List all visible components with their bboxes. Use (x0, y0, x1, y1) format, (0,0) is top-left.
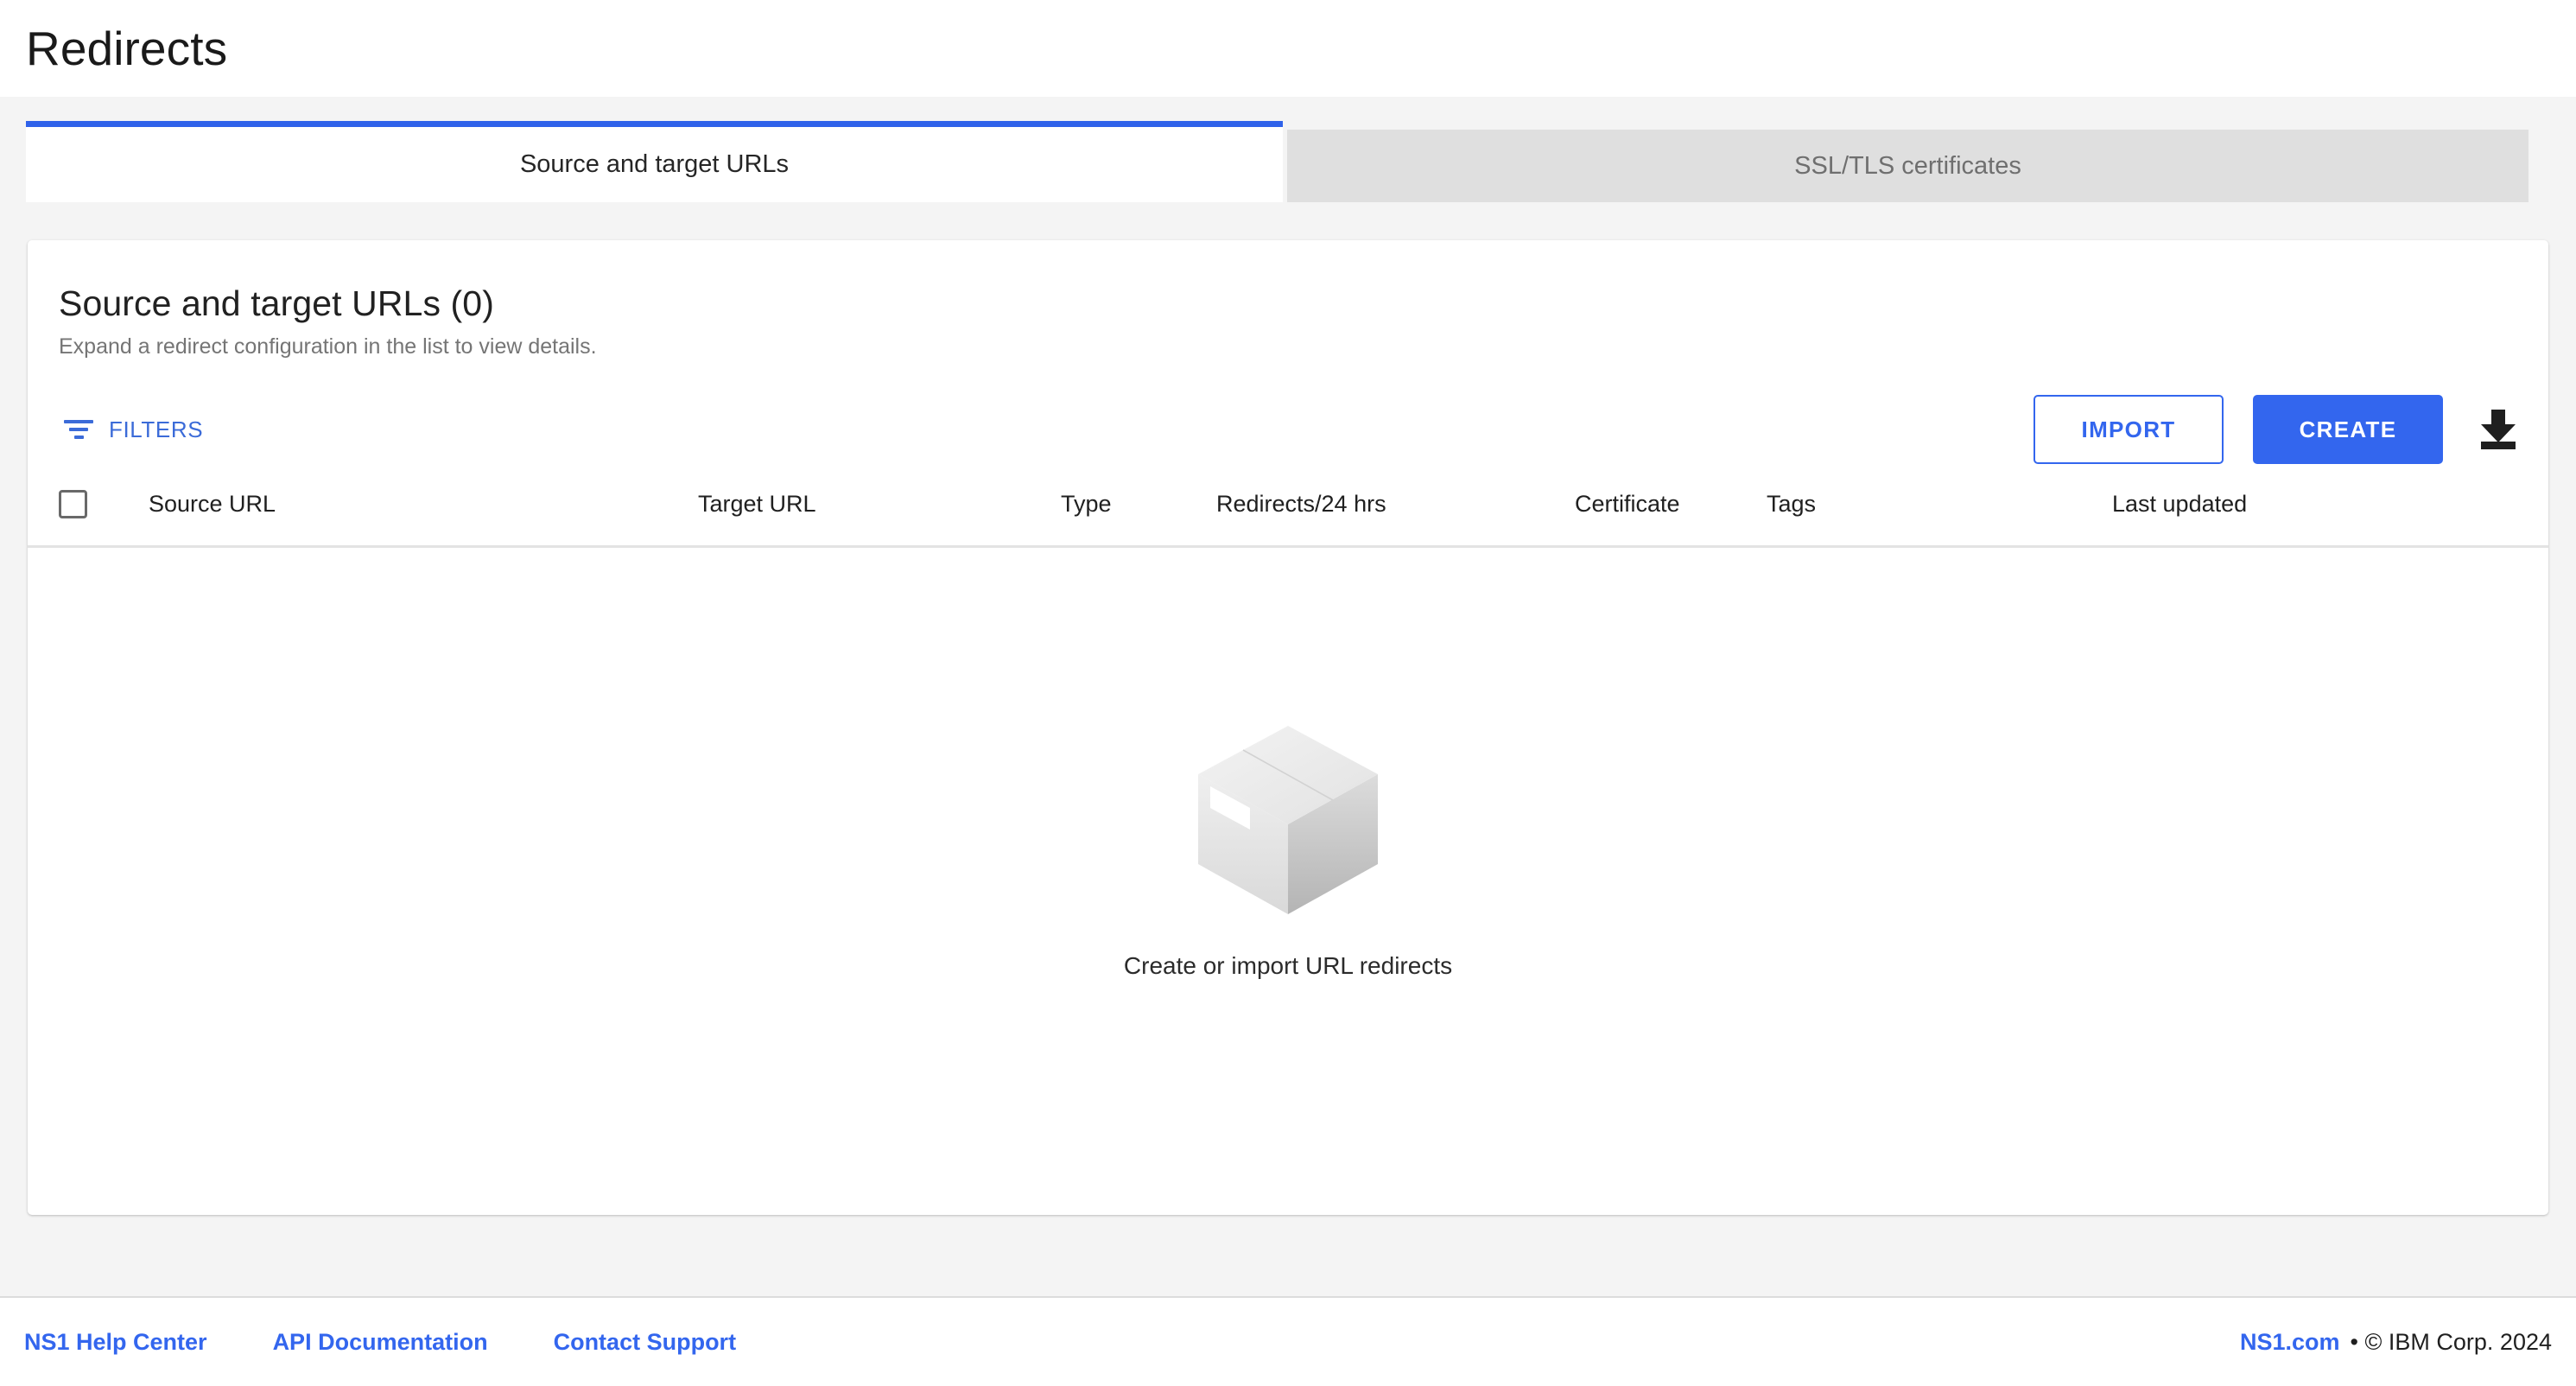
import-button[interactable]: IMPORT (2034, 395, 2224, 465)
select-all-checkbox[interactable] (59, 490, 87, 519)
card-title: Source and target URLs (0) (59, 283, 494, 323)
footer-link-ns1-help-center[interactable]: NS1 Help Center (24, 1329, 207, 1356)
column-header-type[interactable]: Type (1061, 491, 1216, 518)
column-header-last-updated[interactable]: Last updated (2112, 491, 2517, 518)
tab-label: SSL/TLS certificates (1794, 151, 2021, 180)
footer-links: NS1 Help Center API Documentation Contac… (24, 1329, 736, 1356)
filters-button-label: FILTERS (109, 416, 204, 442)
select-all-cell (28, 490, 149, 519)
column-header-tags[interactable]: Tags (1767, 491, 2112, 518)
import-button-label: IMPORT (2081, 416, 2176, 442)
tab-source-and-target-urls[interactable]: Source and target URLs (26, 121, 1283, 202)
page-footer: NS1 Help Center API Documentation Contac… (0, 1296, 2576, 1386)
filters-button[interactable]: FILTERS (59, 410, 208, 450)
card-subtitle: Expand a redirect configuration in the l… (59, 334, 597, 359)
create-button[interactable]: CREATE (2253, 395, 2443, 465)
create-button-label: CREATE (2299, 416, 2397, 442)
column-header-redirects-24-hrs[interactable]: Redirects/24 hrs (1216, 491, 1575, 518)
redirects-card: Source and target URLs (0) Expand a redi… (28, 240, 2548, 1215)
column-header-source-url[interactable]: Source URL (149, 491, 698, 518)
toolbar-actions: IMPORT CREATE (2034, 395, 2517, 465)
page-title: Redirects (26, 21, 228, 75)
filter-icon (64, 418, 93, 441)
tab-ssl-tls-certificates[interactable]: SSL/TLS certificates (1287, 130, 2528, 202)
column-header-certificate[interactable]: Certificate (1575, 491, 1767, 518)
empty-state-message: Create or import URL redirects (1123, 952, 1453, 980)
page-header: Redirects (0, 0, 2576, 97)
empty-state: Create or import URL redirects (28, 548, 2548, 1215)
table-toolbar: FILTERS IMPORT CREATE (28, 359, 2548, 465)
app-root: Redirects Source and target URLs SSL/TLS… (0, 0, 2576, 1386)
tab-bar: Source and target URLs SSL/TLS certifica… (0, 97, 2576, 218)
footer-copyright: • © IBM Corp. 2024 (2350, 1328, 2552, 1355)
box-illustration (1193, 722, 1383, 921)
footer-link-ns1-com[interactable]: NS1.com (2240, 1329, 2340, 1356)
footer-link-contact-support[interactable]: Contact Support (554, 1329, 736, 1356)
column-header-target-url[interactable]: Target URL (698, 491, 1061, 518)
card-header: Source and target URLs (0) Expand a redi… (28, 240, 2548, 359)
footer-link-api-documentation[interactable]: API Documentation (273, 1329, 488, 1356)
download-icon[interactable] (2479, 410, 2517, 450)
footer-copyright-area: NS1.com • © IBM Corp. 2024 (2240, 1329, 2552, 1356)
table-header-row: Source URL Target URL Type Redirects/24 … (28, 463, 2548, 549)
tab-label: Source and target URLs (519, 150, 790, 178)
